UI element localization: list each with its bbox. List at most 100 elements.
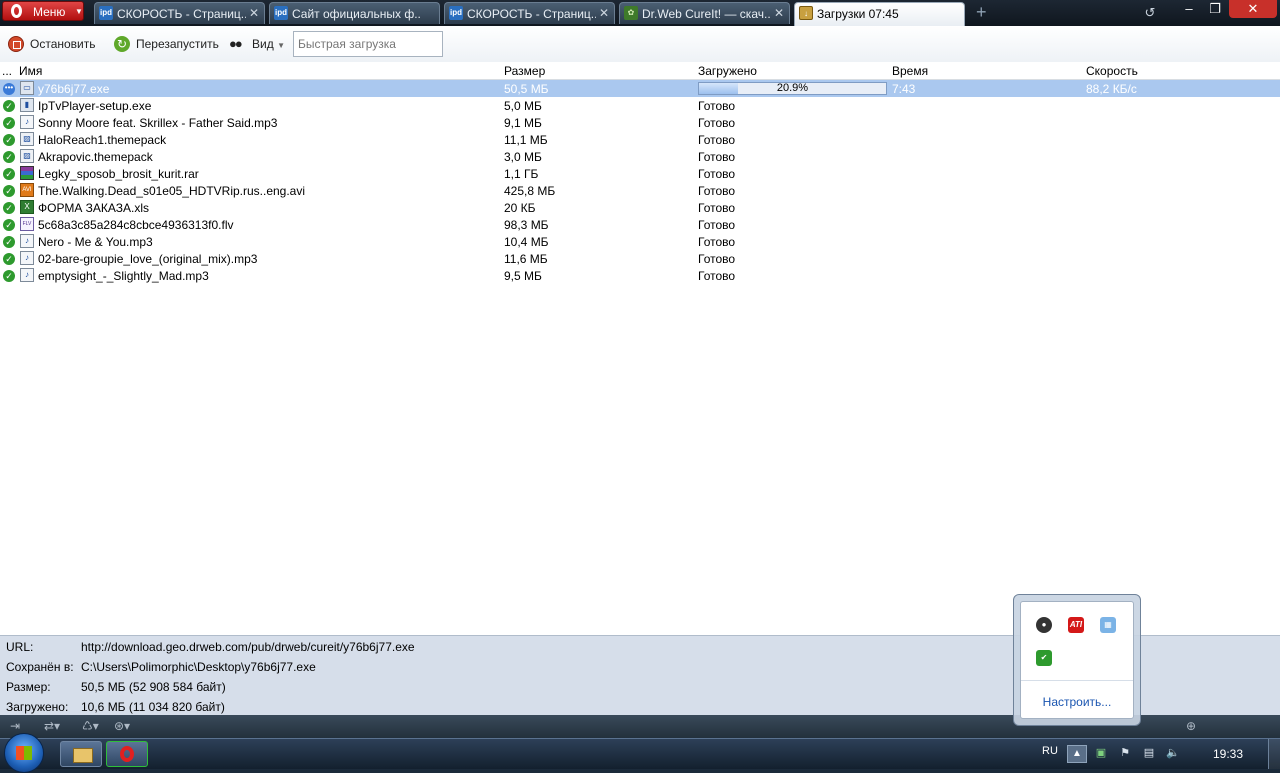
tab-2[interactable]: ipd Сайт официальных ф... [269, 2, 440, 24]
table-row[interactable]: ✓ ♪ emptysight_-_Slightly_Mad.mp3 9,5 МБ… [0, 267, 1280, 284]
opera-menu-button[interactable]: Меню ▼ [2, 1, 84, 21]
binoculars-icon: ●● [229, 36, 243, 51]
zoom-icon[interactable]: ⊕ [1186, 719, 1196, 733]
file-size: 98,3 МБ [504, 218, 549, 232]
file-size: 50,5 МБ [504, 82, 549, 96]
table-row[interactable]: ✓ AVI The.Walking.Dead_s01e05_HDTVRip.ru… [0, 182, 1280, 199]
maximize-button[interactable]: ❐ [1203, 0, 1227, 18]
new-tab-button[interactable]: + [976, 3, 987, 21]
opera-taskbar-button[interactable] [106, 741, 148, 767]
column-header-time[interactable]: Время [892, 64, 928, 78]
file-name: y76b6j77.exe [38, 82, 110, 96]
themepack-file-icon: ▨ [20, 132, 34, 146]
tab-title: Загрузки 07:45 [817, 7, 899, 21]
file-status: Готово [698, 167, 736, 181]
close-icon[interactable]: ✕ [599, 6, 609, 20]
explorer-taskbar-button[interactable] [60, 741, 102, 767]
file-size: 10,4 МБ [504, 235, 549, 249]
table-row[interactable]: ✓ Legky_sposob_brosit_kurit.rar 1,1 ГБ Г… [0, 165, 1280, 182]
table-row[interactable]: ✓ ▨ HaloReach1.themepack 11,1 МБ Готово [0, 131, 1280, 148]
detail-value: 10,6 МБ (11 034 820 байт) [81, 700, 225, 714]
network-icon[interactable]: ▤ [1142, 747, 1156, 760]
done-check-icon: ✓ [3, 253, 15, 265]
column-header-speed[interactable]: Скорость [1086, 64, 1138, 78]
tab-3[interactable]: ipd СКОРОСТЬ - Страниц... ✕ [444, 2, 615, 24]
done-check-icon: ✓ [3, 134, 15, 146]
column-header-loaded[interactable]: Загружено [698, 64, 757, 78]
table-row[interactable]: ✓ ♪ 02-bare-groupie_love_(original_mix).… [0, 250, 1280, 267]
quick-download-input[interactable] [293, 31, 443, 57]
downloads-toolbar: Остановить ↻ Перезапустить ●● Вид ▼ [0, 26, 1280, 63]
file-name: Nero - Me & You.mp3 [38, 235, 153, 249]
flash-video-file-icon: FLV [20, 217, 34, 231]
video-file-icon: AVI [20, 183, 34, 197]
action-center-flag-icon[interactable]: ⚑ [1118, 747, 1132, 760]
table-row[interactable]: ✓ ♪ Sonny Moore feat. Skrillex - Father … [0, 114, 1280, 131]
done-check-icon: ✓ [3, 219, 15, 231]
turbo-icon[interactable]: ⇄▾ [44, 719, 60, 733]
tab-downloads[interactable]: ↓ Загрузки 07:45 [794, 2, 965, 26]
file-name: Sonny Moore feat. Skrillex - Father Said… [38, 116, 278, 130]
close-icon[interactable]: ✕ [249, 6, 259, 20]
closed-tabs-trash-icon[interactable]: ↺ [1140, 4, 1160, 22]
column-header-size[interactable]: Размер [504, 64, 545, 78]
done-check-icon: ✓ [3, 117, 15, 129]
table-row[interactable]: ✓ FLV 5c68a3c85a284c8cbce4936313f0.flv 9… [0, 216, 1280, 233]
file-name: Akrapovic.themepack [38, 150, 153, 164]
tab-1[interactable]: ipd СКОРОСТЬ - Страниц... ✕ [94, 2, 265, 24]
file-size: 11,1 МБ [504, 133, 548, 147]
file-status: Готово [698, 116, 736, 130]
tab-title: Сайт официальных ф... [292, 7, 421, 21]
unite-icon[interactable]: ♺▾ [82, 719, 99, 733]
language-indicator[interactable]: RU [1042, 745, 1058, 757]
eset-tray-icon[interactable]: ▣ [1094, 747, 1108, 760]
detail-url-link[interactable]: http://download.geo.drweb.com/pub/drweb/… [81, 640, 415, 654]
audio-file-icon: ♪ [20, 251, 34, 265]
close-icon[interactable]: ✕ [774, 6, 784, 20]
detail-label: Сохранён в: [6, 660, 74, 674]
file-status: Готово [698, 201, 736, 215]
customize-link[interactable]: Настроить... [1021, 695, 1133, 709]
download-favicon-icon: ↓ [799, 6, 813, 20]
stop-button[interactable]: Остановить [8, 34, 96, 54]
updater-icon[interactable]: ✔ [1036, 650, 1052, 666]
volume-icon[interactable]: 🔈 [1166, 747, 1180, 760]
start-button[interactable] [4, 733, 44, 773]
download-row-active[interactable]: ••• ▭ y76b6j77.exe 50,5 МБ 20.9% 7:43 88… [0, 80, 1280, 97]
view-label: Вид [252, 37, 274, 51]
file-size: 9,1 МБ [504, 116, 542, 130]
rar-archive-icon [20, 166, 34, 180]
file-size: 11,6 МБ [504, 252, 548, 266]
window-close-button[interactable]: ✕ [1229, 0, 1277, 18]
tab-title: СКОРОСТЬ - Страниц... [117, 7, 246, 21]
tab-4[interactable]: ✿ Dr.Web CureIt! — скач... ✕ [619, 2, 790, 24]
exe-file-icon: ▭ [20, 81, 34, 95]
chevron-down-icon: ▼ [277, 41, 285, 50]
ipd-favicon-icon: ipd [274, 6, 288, 20]
detail-value[interactable]: C:\Users\Polimorphic\Desktop\y76b6j77.ex… [81, 660, 316, 674]
audio-file-icon: ♪ [20, 234, 34, 248]
taskbar-clock[interactable]: 19:33 [1213, 747, 1243, 761]
stop-label: Остановить [30, 37, 96, 51]
steam-icon[interactable]: ● [1036, 617, 1052, 633]
minimize-button[interactable]: – [1177, 0, 1201, 18]
network-monitor-icon[interactable]: ▦ [1100, 617, 1116, 633]
table-row[interactable]: ✓ ▮ IpTvPlayer-setup.exe 5,0 МБ Готово [0, 97, 1280, 114]
panel-toggle-icon[interactable]: ⇥ [10, 719, 20, 733]
column-header-name[interactable]: Имя [19, 64, 42, 78]
view-menu-button[interactable]: ●● Вид ▼ [229, 34, 285, 54]
table-row[interactable]: ✓ X ФОРМА ЗАКАЗА.xls 20 КБ Готово [0, 199, 1280, 216]
ati-icon[interactable]: ATI [1068, 617, 1084, 633]
speed-dial-icon[interactable]: ⊛▾ [114, 719, 130, 733]
table-row[interactable]: ✓ ▨ Akrapovic.themepack 3,0 МБ Готово [0, 148, 1280, 165]
column-header-status[interactable]: ... [2, 64, 12, 78]
tray-overflow-button[interactable]: ▲ [1067, 745, 1087, 763]
file-name: emptysight_-_Slightly_Mad.mp3 [38, 269, 209, 283]
table-row[interactable]: ✓ ♪ Nero - Me & You.mp3 10,4 МБ Готово [0, 233, 1280, 250]
file-name: Legky_sposob_brosit_kurit.rar [38, 167, 199, 181]
opera-logo-icon [11, 4, 22, 18]
show-desktop-button[interactable] [1268, 739, 1280, 769]
restart-button[interactable]: ↻ Перезапустить [114, 34, 219, 54]
tab-title: СКОРОСТЬ - Страниц... [467, 7, 596, 21]
file-name: The.Walking.Dead_s01e05_HDTVRip.rus..eng… [38, 184, 306, 198]
